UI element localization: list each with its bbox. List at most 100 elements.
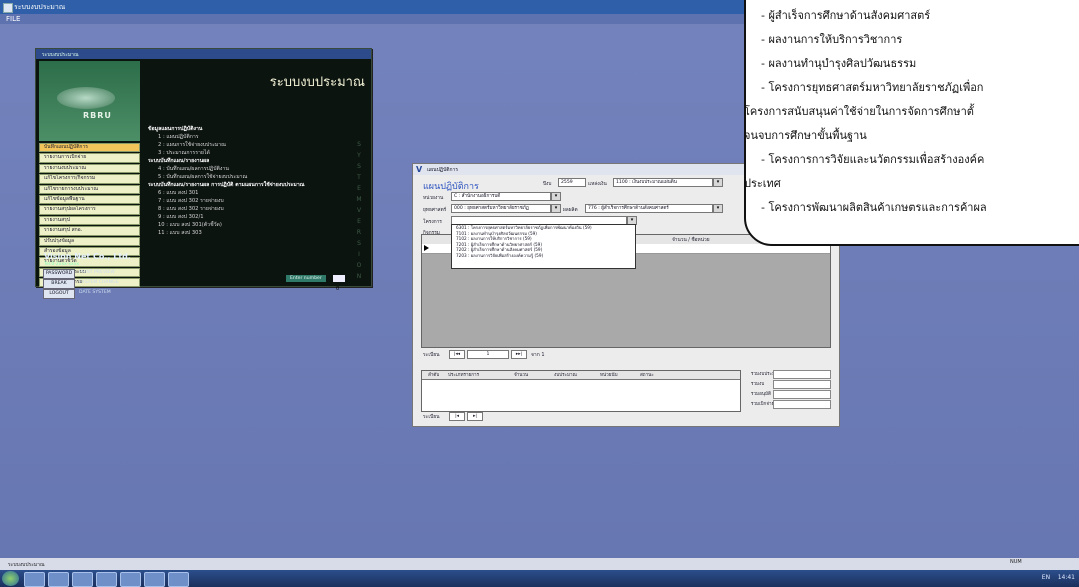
- menu-option[interactable]: 10 : แบบ สงป 301(ตัวชี้วัด): [148, 221, 358, 229]
- detail-column-header: ประเภทรายการ: [448, 373, 480, 378]
- year-field[interactable]: 2559: [558, 178, 586, 187]
- detail-column-header: ลำดับ: [428, 373, 440, 378]
- output-dropdown-icon[interactable]: ▾: [713, 204, 723, 213]
- detail-column-header: หน่วยนับ: [600, 373, 618, 378]
- menu-option[interactable]: 3 : ประมาณการรายได้: [148, 149, 358, 157]
- menu-option[interactable]: 2 : แผนการใช้จ่ายงบประมาณ: [148, 141, 358, 149]
- vision-subtitle: Tel.0-2xxx-xxxx: [44, 262, 80, 267]
- taskbar: EN 14:41: [0, 570, 1079, 587]
- date-system-check[interactable]: DATE SYSTEM: [79, 290, 111, 295]
- taskbar-app-icon[interactable]: [144, 572, 165, 587]
- sidebar-item[interactable]: แก้ไขโครงการ/กิจกรรม: [39, 174, 140, 184]
- decorative-letters: SYSTEMVERSION: [356, 141, 362, 280]
- detail-nav-label: ระเบียน: [423, 414, 440, 420]
- nav-first-button[interactable]: |◂◂: [449, 350, 465, 359]
- callout-line: จนจบการศึกษาขั้นพื้นฐาน: [744, 129, 867, 142]
- cost-dropdown-icon[interactable]: ▾: [713, 178, 723, 187]
- menu-file[interactable]: FILE: [6, 15, 20, 23]
- total-field: [773, 400, 831, 409]
- total-label: รวมเบิกจ่าย: [751, 402, 775, 407]
- project-dropdown-list[interactable]: 6301 : โครงการยุทธศาสตร์มหาวิทยาลัยราชภั…: [451, 224, 636, 269]
- nav-position-field[interactable]: 1: [467, 350, 509, 359]
- callout-line: - โครงการพัฒนาผลิตสินค้าเกษตรและการค้าผล: [761, 201, 987, 214]
- total-field: [773, 370, 831, 379]
- callout-line: - ผู้สำเร็จการศึกษาด้านสังคมศาสตร์: [761, 9, 931, 22]
- taskbar-app-icon[interactable]: [48, 572, 69, 587]
- strategy-label: ยุทธศาสตร์: [423, 208, 447, 213]
- system-name: ระบบงบประมาณ: [269, 75, 365, 90]
- taskbar-app-icon[interactable]: [24, 572, 45, 587]
- sidebar-item[interactable]: แก้ไขรายการงบประมาณ: [39, 184, 140, 194]
- menu-option[interactable]: 8 : แบบ สงป 302 รายจ่ายงบ: [148, 205, 358, 213]
- output-field[interactable]: 776 : ผู้สำเร็จการศึกษาด้านสังคมศาสตร์: [585, 204, 713, 213]
- print-preview-check[interactable]: PRINT PREVIEW: [79, 270, 115, 275]
- taskbar-app-icon[interactable]: [96, 572, 117, 587]
- menu-option[interactable]: 4 : บันทึกแผน/ผลการปฏิบัติงาน: [148, 165, 358, 173]
- output-label: ผลผลิต: [563, 208, 578, 213]
- agency-field[interactable]: C : สำนักงานอธิการบดี: [451, 192, 551, 201]
- sidebar-item[interactable]: รายงานการเบิกจ่าย: [39, 153, 140, 163]
- language-indicator[interactable]: EN: [1042, 574, 1050, 581]
- annotation-callout: - ผู้สำเร็จการศึกษาด้านสังคมศาสตร์ - ผลงา…: [744, 0, 1079, 246]
- menu-option[interactable]: 9 : แบบ สงป 302/1: [148, 213, 358, 221]
- nav-last-button[interactable]: ▸▸|: [511, 350, 527, 359]
- strategy-dropdown-icon[interactable]: ▾: [551, 204, 561, 213]
- menu-option[interactable]: 11 : แบบ สงป 303: [148, 229, 358, 237]
- detail-grid: ลำดับ ประเภทรายการ จำนวน งบประมาณ หน่วยนับ สถ…: [421, 370, 741, 412]
- detail-nav-first-button[interactable]: |◂: [449, 412, 465, 421]
- break-button[interactable]: BREAK: [43, 279, 75, 289]
- detail-column-header: สถานะ: [640, 373, 654, 378]
- sidebar-item[interactable]: แก้ไขข้อมูลพื้นฐาน: [39, 194, 140, 205]
- logout-button[interactable]: LOGOUT: [43, 289, 75, 299]
- enter-number-input[interactable]: 0: [333, 275, 345, 292]
- system-tray: EN 14:41: [1042, 574, 1075, 581]
- callout-line: - โครงการยุทธศาสตร์มหาวิทยาลัยราชภัฏเพื่…: [761, 81, 984, 94]
- record-count: จาก 1: [531, 352, 545, 358]
- sidebar-item[interactable]: รายงานสรุปผลโครงการ: [39, 205, 140, 215]
- total-field: [773, 390, 831, 399]
- menu-option[interactable]: 1 : แผนปฏิบัติการ: [148, 133, 358, 141]
- detail-column-header: งบประมาณ: [554, 373, 577, 378]
- password-button[interactable]: PASSWORD: [43, 269, 75, 279]
- callout-line: - โครงการการวิจัยและนวัตกรรมเพื่อสร้างอง…: [761, 153, 985, 166]
- callout-line: ประเทศ: [744, 177, 781, 190]
- strategy-field[interactable]: 000 : ยุทธศาสตร์มหาวิทยาลัยราชภัฏ: [451, 204, 551, 213]
- cost-label: แหล่งเงิน: [588, 182, 607, 187]
- main-menu-caption: ระบบงบประมาณ: [36, 49, 371, 59]
- taskbar-app-icon[interactable]: [120, 572, 141, 587]
- total-label: รวมงบ: [751, 382, 765, 387]
- agency-label: หน่วยงาน: [423, 196, 444, 201]
- sidebar-item[interactable]: บันทึกแผนปฏิบัติการ: [39, 143, 140, 153]
- total-label: รวมอนุมัติ: [751, 392, 771, 397]
- sidebar-item[interactable]: รายงานสรุป สกอ.: [39, 226, 140, 236]
- sidebar-item[interactable]: รายงานสรุป: [39, 215, 140, 226]
- year-label: ปีงบ: [543, 182, 552, 187]
- current-row-icon: [424, 245, 429, 251]
- detail-nav-last-button[interactable]: ▸|: [467, 412, 483, 421]
- rbru-logo: RBRU: [39, 61, 140, 141]
- agency-dropdown-icon[interactable]: ▾: [551, 192, 561, 201]
- enter-number-label: Enter number: [286, 275, 326, 282]
- cost-field[interactable]: 1100 : เงินงบประมาณแผ่นดิน: [613, 178, 713, 187]
- detail-column-header: จำนวน: [514, 373, 529, 378]
- menu-option[interactable]: 5 : บันทึกแผน/ผลการใช้จ่ายงบประมาณ: [148, 173, 358, 181]
- project-label: โครงการ: [423, 220, 442, 225]
- system-change-check[interactable]: SYSTEM CHANGE: [79, 280, 118, 285]
- menu-option[interactable]: 7 : แบบ สงป 302 รายจ่ายงบ: [148, 197, 358, 205]
- menu-section-heading: ระบบบันทึกแผน/รายงานผล: [148, 158, 210, 164]
- taskbar-app-icon[interactable]: [168, 572, 189, 587]
- app-title: ระบบงบประมาณ: [14, 3, 66, 11]
- taskbar-app-icon[interactable]: [72, 572, 93, 587]
- form-title: แผนปฏิบัติการ: [423, 182, 479, 192]
- sidebar-item[interactable]: รายงานงบประมาณ: [39, 163, 140, 174]
- total-field: [773, 380, 831, 389]
- numlock-indicator: NUM: [1010, 559, 1022, 565]
- start-button-icon[interactable]: [2, 571, 19, 586]
- status-text: ระบบงบประมาณ: [8, 562, 45, 568]
- menu-option[interactable]: 6 : แบบ สงป 301: [148, 189, 358, 197]
- main-menu-window: ระบบงบประมาณ RBRU ระบบงบประมาณ บันทึกแผน…: [35, 48, 372, 299]
- dropdown-option[interactable]: 7203 : ผลงานการวิจัยเพื่อสร้างองค์ความรู…: [452, 253, 635, 259]
- detail-grid-header: ลำดับ ประเภทรายการ จำนวน งบประมาณ หน่วยนับ สถ…: [422, 371, 740, 380]
- clock: 14:41: [1057, 574, 1075, 581]
- sidebar-item[interactable]: ปรับปรุงข้อมูล: [39, 236, 140, 246]
